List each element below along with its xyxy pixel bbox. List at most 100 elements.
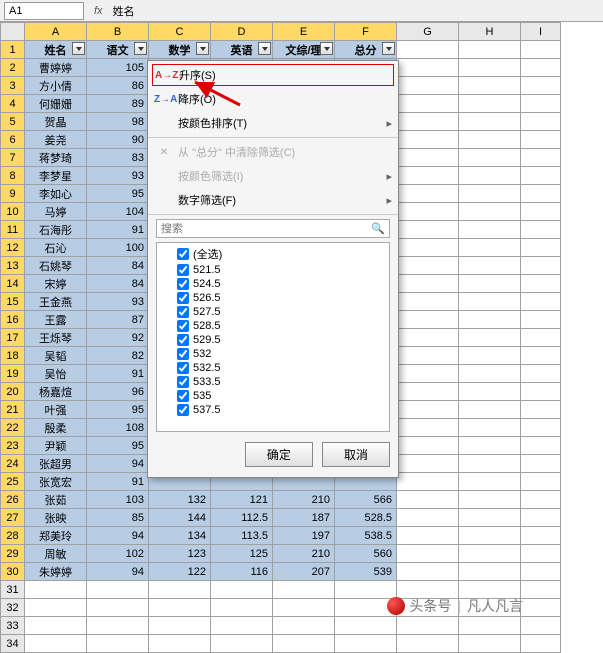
cell[interactable] bbox=[459, 59, 521, 77]
cell[interactable] bbox=[521, 599, 561, 617]
cell[interactable]: 122 bbox=[149, 563, 211, 581]
cell[interactable] bbox=[459, 509, 521, 527]
cell[interactable] bbox=[397, 347, 459, 365]
cell[interactable]: 贺晶 bbox=[25, 113, 87, 131]
cell[interactable] bbox=[459, 41, 521, 59]
checkbox[interactable] bbox=[177, 320, 189, 332]
table-header[interactable]: 语文 bbox=[87, 41, 149, 59]
checkbox[interactable] bbox=[177, 348, 189, 360]
cell[interactable]: 85 bbox=[87, 509, 149, 527]
option-item[interactable]: 524.5 bbox=[159, 277, 387, 291]
row-header-24[interactable]: 24 bbox=[1, 455, 25, 473]
cell[interactable]: 187 bbox=[273, 509, 335, 527]
cell[interactable]: 郑美玲 bbox=[25, 527, 87, 545]
cell[interactable]: 210 bbox=[273, 491, 335, 509]
cell[interactable]: 100 bbox=[87, 239, 149, 257]
cell[interactable] bbox=[459, 239, 521, 257]
cell[interactable]: 108 bbox=[87, 419, 149, 437]
row-header-22[interactable]: 22 bbox=[1, 419, 25, 437]
cell[interactable]: 84 bbox=[87, 275, 149, 293]
table-header[interactable]: 姓名 bbox=[25, 41, 87, 59]
cell[interactable] bbox=[521, 113, 561, 131]
option-item[interactable]: 532.5 bbox=[159, 361, 387, 375]
cell[interactable]: 93 bbox=[87, 167, 149, 185]
cell[interactable]: 92 bbox=[87, 329, 149, 347]
row-header-29[interactable]: 29 bbox=[1, 545, 25, 563]
row-header-21[interactable]: 21 bbox=[1, 401, 25, 419]
cell[interactable] bbox=[149, 635, 211, 653]
cell[interactable]: 539 bbox=[335, 563, 397, 581]
cell[interactable]: 姜尧 bbox=[25, 131, 87, 149]
cell[interactable] bbox=[459, 365, 521, 383]
cell[interactable]: 张宽宏 bbox=[25, 473, 87, 491]
row-header-28[interactable]: 28 bbox=[1, 527, 25, 545]
col-header-F[interactable]: F bbox=[335, 23, 397, 41]
cell[interactable] bbox=[397, 437, 459, 455]
cell[interactable]: 87 bbox=[87, 311, 149, 329]
row-header-1[interactable]: 1 bbox=[1, 41, 25, 59]
cell[interactable] bbox=[25, 635, 87, 653]
cell[interactable] bbox=[521, 41, 561, 59]
cell[interactable]: 张茹 bbox=[25, 491, 87, 509]
cell[interactable]: 96 bbox=[87, 383, 149, 401]
checkbox[interactable] bbox=[177, 278, 189, 290]
cell[interactable]: 吴怡 bbox=[25, 365, 87, 383]
cell[interactable] bbox=[397, 185, 459, 203]
checkbox[interactable] bbox=[177, 292, 189, 304]
cell[interactable] bbox=[521, 167, 561, 185]
cell[interactable]: 105 bbox=[87, 59, 149, 77]
cell[interactable]: 曹婷婷 bbox=[25, 59, 87, 77]
row-header-19[interactable]: 19 bbox=[1, 365, 25, 383]
cell[interactable]: 马婷 bbox=[25, 203, 87, 221]
cell[interactable] bbox=[459, 455, 521, 473]
cell[interactable]: 95 bbox=[87, 437, 149, 455]
cell[interactable] bbox=[459, 617, 521, 635]
cell[interactable]: 方小倩 bbox=[25, 77, 87, 95]
row-header-10[interactable]: 10 bbox=[1, 203, 25, 221]
checkbox[interactable] bbox=[177, 404, 189, 416]
cell[interactable] bbox=[459, 275, 521, 293]
cell[interactable] bbox=[149, 617, 211, 635]
cell[interactable]: 103 bbox=[87, 491, 149, 509]
cell[interactable] bbox=[459, 635, 521, 653]
cell[interactable] bbox=[397, 329, 459, 347]
cell[interactable] bbox=[397, 563, 459, 581]
cell[interactable]: 82 bbox=[87, 347, 149, 365]
col-header-G[interactable]: G bbox=[397, 23, 459, 41]
cell[interactable] bbox=[397, 203, 459, 221]
cell[interactable] bbox=[459, 437, 521, 455]
cell[interactable] bbox=[273, 581, 335, 599]
cell[interactable] bbox=[25, 617, 87, 635]
col-header-E[interactable]: E bbox=[273, 23, 335, 41]
cell[interactable] bbox=[397, 455, 459, 473]
cell[interactable] bbox=[521, 131, 561, 149]
cell[interactable]: 叶强 bbox=[25, 401, 87, 419]
cell[interactable] bbox=[521, 293, 561, 311]
cell[interactable] bbox=[459, 329, 521, 347]
cell[interactable] bbox=[25, 599, 87, 617]
cell[interactable] bbox=[87, 617, 149, 635]
row-header-13[interactable]: 13 bbox=[1, 257, 25, 275]
row-header-5[interactable]: 5 bbox=[1, 113, 25, 131]
cell[interactable] bbox=[521, 473, 561, 491]
cell[interactable] bbox=[459, 221, 521, 239]
fx-icon[interactable]: fx bbox=[94, 5, 103, 17]
cell[interactable]: 538.5 bbox=[335, 527, 397, 545]
cell[interactable] bbox=[397, 383, 459, 401]
cell[interactable]: 石海彤 bbox=[25, 221, 87, 239]
cell[interactable] bbox=[397, 401, 459, 419]
cell[interactable] bbox=[521, 491, 561, 509]
cell[interactable] bbox=[459, 203, 521, 221]
row-header-30[interactable]: 30 bbox=[1, 563, 25, 581]
cell[interactable]: 83 bbox=[87, 149, 149, 167]
checkbox[interactable] bbox=[177, 334, 189, 346]
cell[interactable] bbox=[521, 257, 561, 275]
cell[interactable] bbox=[521, 311, 561, 329]
option-item[interactable]: 521.5 bbox=[159, 263, 387, 277]
cell[interactable]: 周敏 bbox=[25, 545, 87, 563]
cell[interactable] bbox=[521, 329, 561, 347]
cell[interactable] bbox=[397, 77, 459, 95]
cell[interactable] bbox=[397, 113, 459, 131]
option-item[interactable]: 526.5 bbox=[159, 291, 387, 305]
filter-dropdown-icon[interactable] bbox=[72, 42, 85, 55]
